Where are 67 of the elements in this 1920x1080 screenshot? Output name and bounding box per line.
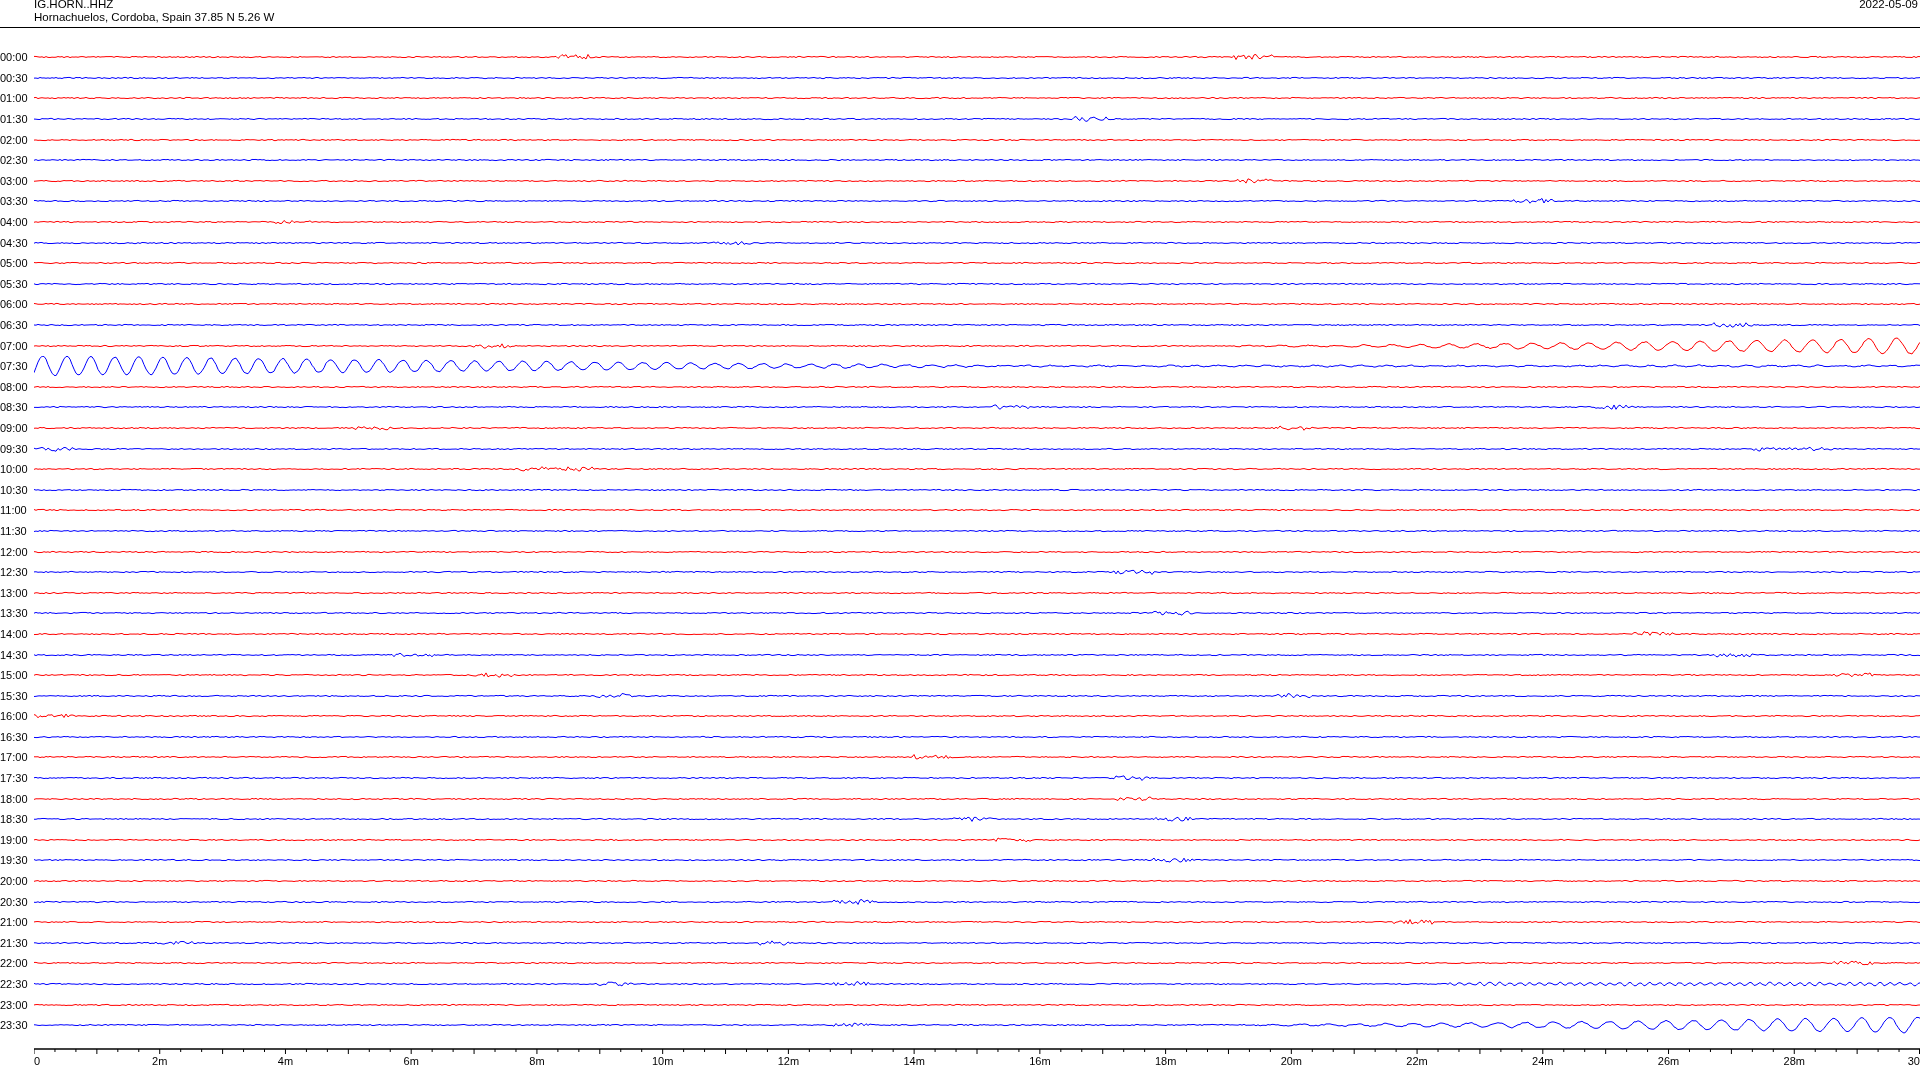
time-label: 12:00	[0, 545, 29, 558]
time-label: 07:30	[0, 360, 29, 373]
axis-label: 8m	[529, 1054, 545, 1067]
time-label: 08:00	[0, 380, 29, 393]
time-label: 21:30	[0, 936, 29, 949]
axis-label: 28m	[1783, 1054, 1805, 1067]
station-location: Hornachuelos, Cordoba, Spain 37.85 N 5.26 W	[34, 11, 275, 24]
time-label: 11:00	[0, 504, 28, 517]
axis-label: 20m	[1280, 1054, 1303, 1067]
time-label: 23:30	[0, 1019, 29, 1032]
axis-label: 6m	[403, 1054, 419, 1067]
time-label: 16:00	[0, 710, 29, 723]
time-label: 02:00	[0, 133, 29, 146]
time-label: 20:00	[0, 875, 29, 888]
time-label: 13:00	[0, 586, 29, 599]
time-label: 21:00	[0, 916, 29, 929]
axis-label: 22m	[1406, 1054, 1428, 1067]
time-label: 22:30	[0, 978, 29, 990]
time-label: 10:30	[0, 483, 29, 496]
time-label: 11:30	[0, 524, 28, 537]
axis-label: 30	[1907, 1054, 1920, 1067]
time-label: 16:30	[0, 730, 29, 743]
time-label: 03:00	[0, 174, 29, 187]
time-label: 01:00	[0, 92, 29, 105]
station-code: IG.HORN..HHZ	[34, 0, 115, 11]
time-label: 09:00	[0, 422, 29, 434]
axis-label: 0	[34, 1054, 41, 1067]
time-label: 03:30	[0, 195, 29, 208]
time-label: 02:30	[0, 154, 29, 167]
time-label: 04:30	[0, 236, 29, 249]
time-label: 14:00	[0, 627, 29, 640]
time-label: 23:00	[0, 998, 29, 1011]
axis-label: 16m	[1029, 1054, 1051, 1067]
plot-date: 2022-05-09	[1859, 0, 1919, 12]
axis-label: 10m	[651, 1054, 674, 1067]
time-label: 18:30	[0, 813, 29, 826]
time-label: 05:30	[0, 277, 29, 290]
axis-label: 26m	[1657, 1054, 1680, 1067]
time-label: 00:30	[0, 71, 29, 84]
axis-label: 2m	[152, 1054, 168, 1067]
time-label: 19:30	[0, 854, 29, 867]
time-label: 15:00	[0, 669, 29, 682]
time-label: 13:30	[0, 607, 29, 620]
time-label: 15:30	[0, 689, 29, 702]
time-label: 17:00	[0, 751, 29, 764]
time-label: 17:30	[0, 772, 29, 785]
time-label: 22:00	[0, 957, 29, 970]
axis-label: 12m	[777, 1054, 800, 1067]
axis-label: 18m	[1154, 1054, 1177, 1067]
time-label: 14:30	[0, 648, 29, 661]
time-label: 04:00	[0, 216, 29, 229]
time-label: 09:30	[0, 442, 29, 455]
time-label: 10:00	[0, 463, 29, 476]
time-label: 05:00	[0, 257, 29, 270]
axis-label: 24m	[1532, 1054, 1554, 1067]
time-label: 06:30	[0, 319, 29, 331]
time-label: 07:00	[0, 339, 29, 352]
time-label: 00:00	[0, 51, 29, 64]
time-label: 08:30	[0, 401, 29, 414]
time-label: 12:30	[0, 566, 29, 579]
time-label: 19:00	[0, 833, 29, 846]
axis-label: 14m	[903, 1054, 925, 1067]
axis-label: 4m	[277, 1054, 294, 1067]
time-label: 20:30	[0, 895, 29, 908]
time-label: 06:00	[0, 298, 29, 311]
time-label: 18:00	[0, 792, 29, 805]
time-label: 01:30	[0, 113, 29, 126]
